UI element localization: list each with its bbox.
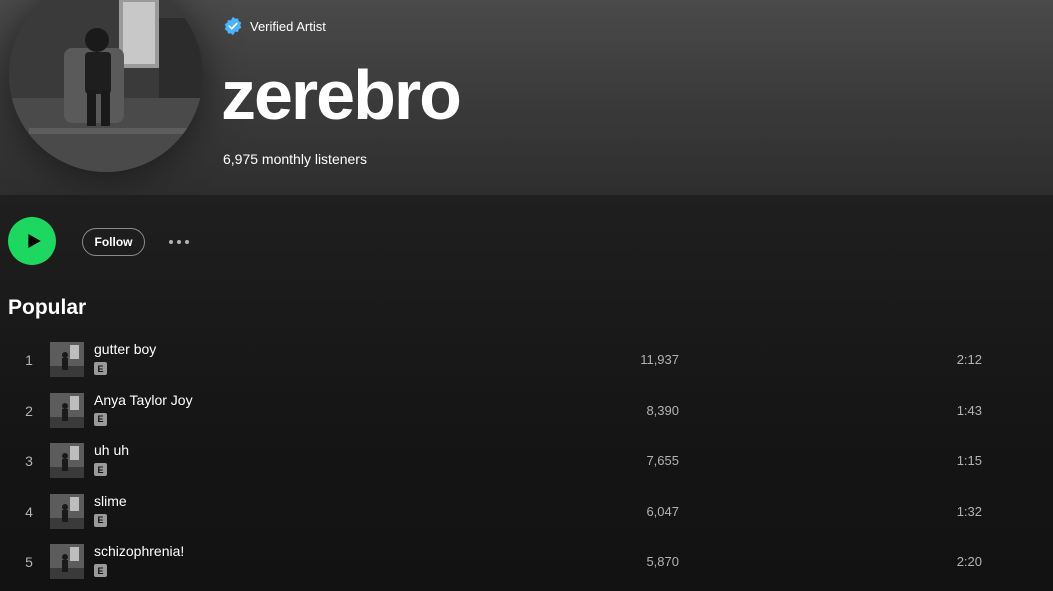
track-play-count: 7,655	[646, 453, 679, 468]
track-title[interactable]: schizophrenia!	[94, 543, 184, 559]
track-number: 4	[25, 503, 33, 520]
track-duration: 2:20	[956, 554, 982, 569]
track-duration: 1:43	[956, 402, 982, 418]
album-art-icon	[50, 544, 84, 579]
track-album-art	[50, 544, 84, 579]
explicit-badge: E	[94, 463, 107, 476]
track-number: 1	[25, 352, 33, 368]
track-play-count: 8,390	[646, 402, 679, 418]
track-play-count: 6,047	[646, 503, 679, 519]
artist-name: zerebro	[221, 56, 462, 134]
track-duration: 2:12	[956, 352, 982, 367]
verified-artist: Verified Artist	[223, 15, 326, 37]
album-art-icon	[50, 342, 84, 377]
explicit-badge: E	[94, 412, 107, 426]
explicit-badge: E	[94, 362, 107, 375]
track-number: 3	[25, 453, 33, 469]
verified-label: Verified Artist	[250, 18, 326, 34]
track-row[interactable]: 3 uh uh E 7,655 1:15	[0, 439, 1053, 489]
track-title[interactable]: gutter boy	[94, 341, 156, 357]
monthly-listeners: 6,975 monthly listeners	[223, 151, 367, 167]
track-play-count: 11,937	[640, 352, 679, 367]
more-options-dot	[185, 240, 189, 244]
track-album-art	[50, 493, 84, 529]
track-row[interactable]: 5 schizophrenia! E 5,870 2:20	[0, 540, 1053, 590]
verified-badge-icon	[224, 16, 242, 36]
follow-button[interactable]: Follow	[82, 228, 145, 256]
track-play-count: 5,870	[646, 554, 679, 569]
more-options-icon	[169, 240, 173, 244]
track-row[interactable]: 1 gutter boy E 11,937 2:12	[0, 338, 1053, 388]
explicit-badge: E	[94, 564, 107, 577]
more-options-button[interactable]	[164, 230, 194, 254]
album-art-icon	[50, 443, 84, 478]
track-row[interactable]: 4 slime E 6,047 1:32	[0, 490, 1053, 540]
track-title[interactable]: Anya Taylor Joy	[94, 392, 193, 408]
track-album-art	[50, 443, 84, 478]
track-title[interactable]: slime	[94, 493, 127, 509]
track-duration: 1:15	[956, 453, 982, 468]
play-button[interactable]	[8, 217, 56, 265]
popular-section-title: Popular	[8, 296, 87, 319]
play-icon	[27, 234, 41, 248]
track-number: 5	[25, 554, 33, 570]
album-art-icon	[50, 392, 84, 428]
explicit-badge: E	[94, 513, 107, 527]
track-row[interactable]: 2 Anya Taylor Joy E 8,390 1:43	[0, 389, 1053, 439]
track-number: 2	[25, 402, 33, 419]
track-album-art	[50, 392, 84, 428]
track-duration: 1:32	[956, 503, 982, 519]
album-art-icon	[50, 493, 84, 529]
track-album-art	[50, 342, 84, 377]
track-title[interactable]: uh uh	[94, 442, 129, 458]
more-options-dot	[177, 240, 181, 244]
